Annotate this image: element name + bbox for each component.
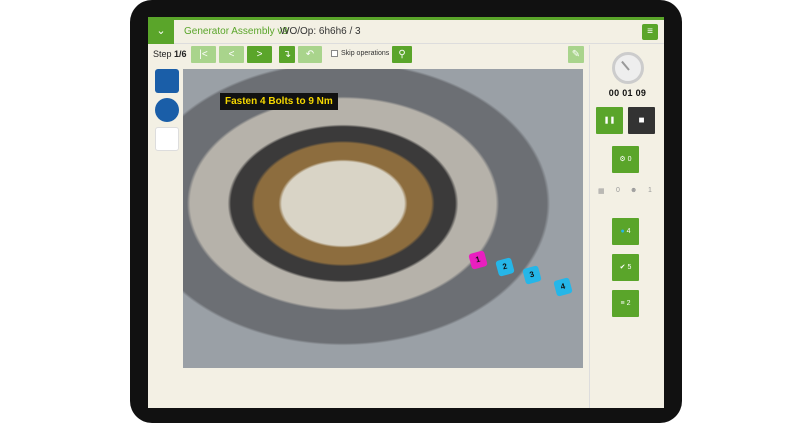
- zoom-icon[interactable]: ⚲: [392, 46, 412, 63]
- timer: 00 01 09: [608, 88, 647, 98]
- list-button[interactable]: ≡ 2: [612, 290, 639, 317]
- parts-count: 0: [616, 187, 620, 194]
- people-icon: ☻: [630, 187, 638, 194]
- work-order: WO/Op: 6h6h6 / 3: [280, 26, 361, 37]
- bolt-marker[interactable]: 3: [522, 265, 542, 285]
- drill-tool-icon: [155, 127, 179, 151]
- menu-icon[interactable]: ≡: [642, 24, 658, 40]
- instruction-label: Fasten 4 Bolts to 9 Nm: [220, 93, 338, 110]
- chevron-down-icon[interactable]: ⌄: [148, 20, 174, 44]
- safety-boots-icon: [155, 69, 179, 93]
- next-step-button[interactable]: >: [247, 46, 272, 63]
- clock-icon: [612, 52, 644, 84]
- tools-button[interactable]: ⚙ 0: [612, 146, 639, 173]
- header: ⌄ Generator Assembly v9 WO/Op: 6h6h6 / 3…: [148, 20, 664, 44]
- app-title: Generator Assembly v9: [184, 26, 288, 37]
- step-indicator: Step 1/6: [153, 49, 187, 59]
- drop-button[interactable]: ● 4: [612, 218, 639, 245]
- bolt-marker[interactable]: 2: [495, 257, 515, 277]
- right-panel: 00 01 09 ❚❚ ■ ⚙ 0 ▦ 0 ☻ 1 ● 4 ✔ 5 ≡ 2: [589, 45, 664, 408]
- stop-button[interactable]: ■: [628, 107, 655, 134]
- skip-operations-checkbox[interactable]: Skip operations: [331, 50, 389, 57]
- bolt-marker[interactable]: 4: [553, 277, 573, 297]
- wrench-icon[interactable]: ✎: [568, 46, 584, 63]
- checks-button[interactable]: ✔ 5: [612, 254, 639, 281]
- safety-goggles-icon: [155, 98, 179, 122]
- people-count: 1: [648, 187, 652, 194]
- prev-step-button[interactable]: <: [219, 46, 244, 63]
- undo-icon[interactable]: ↶: [298, 46, 322, 63]
- work-instruction-image: Fasten 4 Bolts to 9 Nm 1 2 3 4: [183, 69, 583, 368]
- pause-button[interactable]: ❚❚: [596, 107, 623, 134]
- first-step-button[interactable]: |<: [191, 46, 216, 63]
- bolt-marker[interactable]: 1: [468, 250, 488, 270]
- drop-icon: ●: [620, 228, 625, 235]
- jump-icon[interactable]: ↴: [279, 46, 295, 63]
- app-screen: ⌄ Generator Assembly v9 WO/Op: 6h6h6 / 3…: [148, 17, 664, 408]
- parts-icon: ▦: [598, 188, 605, 195]
